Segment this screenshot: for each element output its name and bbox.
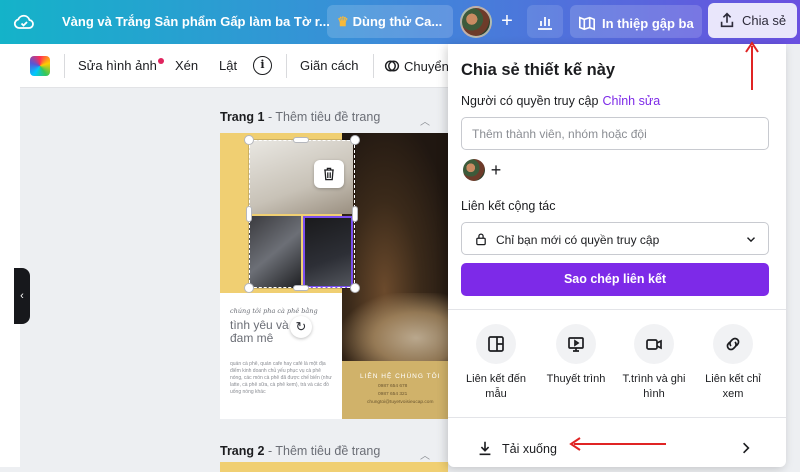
contact-email: chungtoi@tuyetvoisieucap.com: [367, 400, 434, 405]
present-record-label: T.trình và ghi hình: [622, 373, 686, 400]
member-avatar[interactable]: [463, 159, 485, 181]
insights-button[interactable]: [527, 5, 563, 38]
annotation-arrow-left: [569, 437, 666, 451]
collapse-page-icon[interactable]: ︿: [420, 447, 430, 462]
editor-toolbar: Sửa hình ảnh Xén Lật i Giãn cách Chuyển: [20, 44, 450, 88]
tagline-small: chúng tôi pha cà phê bằng: [230, 307, 318, 315]
resize-handle[interactable]: [244, 283, 254, 293]
resize-handle[interactable]: [350, 135, 360, 145]
rotate-icon[interactable]: ↻: [290, 316, 312, 338]
contact-panel: [342, 361, 448, 419]
user-avatar[interactable]: [460, 6, 492, 38]
bar-chart-icon: [538, 17, 552, 30]
access-row: Người có quyền truy cập Chỉnh sửa: [461, 94, 660, 108]
collab-access-select[interactable]: Chỉ bạn mới có quyền truy cập: [461, 222, 769, 255]
chevron-right-icon: [743, 442, 750, 454]
left-panel-strip: [0, 44, 20, 467]
page-1-title: - Thêm tiêu đề trang: [264, 110, 381, 124]
spacing-button[interactable]: Giãn cách: [300, 58, 359, 73]
share-button[interactable]: Chia sẻ: [708, 3, 797, 38]
resize-handle[interactable]: [352, 206, 358, 222]
contact-title: LIÊN HỆ CHÚNG TÔI: [360, 373, 441, 380]
edit-image-label: Sửa hình ảnh: [78, 58, 157, 73]
top-bar: Vàng và Trắng Sản phẩm Gấp làm ba Tờ r..…: [0, 0, 800, 44]
present-label: Thuyết trình: [546, 373, 606, 385]
panel-divider: [448, 309, 786, 310]
access-label: Người có quyền truy cập: [461, 94, 599, 108]
notification-dot: [157, 58, 164, 64]
annotation-arrow-up: [745, 41, 759, 90]
page-2-title: - Thêm tiêu đề trang: [264, 444, 381, 458]
add-members-input[interactable]: Thêm thành viên, nhóm hoặc đội: [461, 117, 769, 150]
trash-icon: [324, 167, 334, 181]
convert-button[interactable]: Chuyển: [384, 58, 449, 74]
download-label: Tải xuống: [502, 442, 557, 456]
share-button-label: Chia sẻ: [742, 13, 787, 28]
crop-button[interactable]: Xén: [175, 58, 198, 73]
crown-icon: ♛: [337, 14, 349, 29]
resize-handle[interactable]: [293, 137, 309, 143]
print-trifold-button[interactable]: In thiệp gập ba: [570, 5, 702, 38]
collab-access-value: Chỉ bạn mới có quyền truy cập: [496, 233, 660, 247]
trial-button-label: Dùng thử Ca...: [352, 14, 443, 29]
edit-image-button[interactable]: Sửa hình ảnh: [78, 58, 164, 73]
view-only-link-label: Liên kết chỉ xem: [705, 373, 761, 400]
present-option[interactable]: Thuyết trình: [538, 324, 614, 387]
page-2-number: Trang 2: [220, 444, 265, 458]
toolbar-divider: [373, 54, 374, 78]
page-2-canvas[interactable]: [220, 462, 448, 472]
resize-handle[interactable]: [246, 206, 252, 222]
present-record-option[interactable]: T.trình và ghi hình: [616, 324, 692, 402]
share-panel-title: Chia sẻ thiết kế này: [461, 61, 616, 79]
document-title[interactable]: Vàng và Trắng Sản phẩm Gấp làm ba Tờ r..…: [62, 14, 330, 29]
contact-phone-2: 0987 654 321: [378, 392, 408, 397]
body-paragraph: quán cà phê, quán cafe hay café là một đ…: [230, 361, 332, 395]
template-link-option[interactable]: Liên kết đến mẫu: [458, 324, 534, 402]
page-2-label[interactable]: Trang 2 - Thêm tiêu đề trang: [220, 444, 380, 458]
chevron-down-icon: [747, 237, 755, 243]
panel-divider: [448, 417, 786, 418]
delete-button[interactable]: [314, 160, 344, 188]
collapse-panel-icon[interactable]: ‹: [14, 268, 30, 324]
contact-phone-1: 0987 654 678: [378, 384, 408, 389]
resize-handle[interactable]: [244, 135, 254, 145]
upload-share-icon: [720, 12, 734, 28]
info-icon[interactable]: i: [253, 56, 272, 75]
resize-handle[interactable]: [350, 283, 360, 293]
video-camera-icon: [646, 339, 662, 350]
edit-permission-link[interactable]: Chỉnh sửa: [602, 94, 660, 108]
collapse-page-icon[interactable]: ︿: [420, 113, 430, 128]
book-open-icon: [578, 16, 596, 31]
add-member-icon[interactable]: +: [494, 8, 520, 34]
share-panel: Chia sẻ thiết kế này Người có quyền truy…: [448, 44, 786, 467]
page-1-number: Trang 1: [220, 110, 265, 124]
cloud-sync-icon[interactable]: [12, 10, 36, 34]
resize-handle[interactable]: [293, 285, 309, 291]
presentation-icon: [568, 337, 584, 352]
template-link-label: Liên kết đến mẫu: [466, 373, 526, 400]
copy-link-button[interactable]: Sao chép liên kết: [461, 263, 769, 296]
download-icon: [479, 441, 491, 456]
toolbar-divider: [286, 54, 287, 78]
page-1-label[interactable]: Trang 1 - Thêm tiêu đề trang: [220, 110, 380, 124]
flip-button[interactable]: Lật: [219, 58, 237, 73]
try-canva-pro-button[interactable]: ♛ Dùng thử Ca...: [327, 5, 453, 38]
view-only-link-option[interactable]: Liên kết chỉ xem: [695, 324, 771, 402]
template-icon: [488, 336, 504, 352]
convert-icon: [384, 60, 400, 72]
print-button-label: In thiệp gập ba: [602, 16, 694, 31]
lock-icon: [476, 233, 486, 246]
color-palette-icon[interactable]: [30, 56, 50, 76]
convert-label: Chuyển: [404, 59, 449, 74]
toolbar-divider: [64, 54, 65, 78]
collab-link-label: Liên kết cộng tác: [461, 199, 556, 213]
link-icon: [726, 337, 740, 351]
add-person-icon[interactable]: +: [485, 159, 507, 181]
